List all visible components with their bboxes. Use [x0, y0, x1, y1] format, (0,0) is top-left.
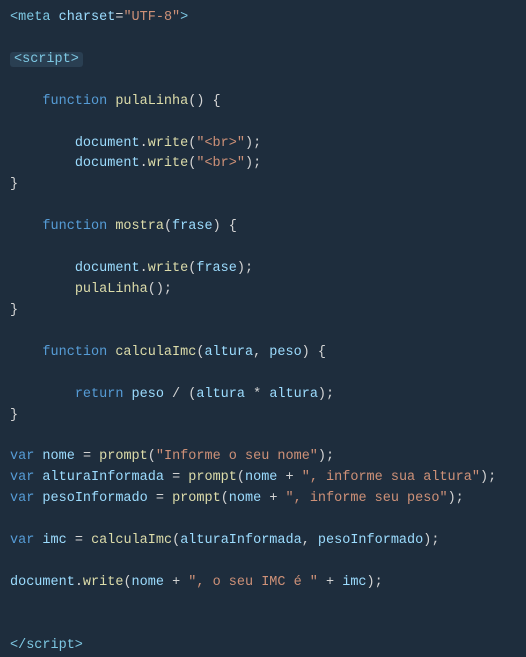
line-var4: var imc = calculaImc(alturaInformada, pe… — [0, 531, 526, 552]
line-blank-3 — [0, 113, 526, 134]
line-blank-6 — [0, 322, 526, 343]
line-docwrite: document.write(nome + ", o seu IMC é " +… — [0, 573, 526, 594]
line-blank-11 — [0, 594, 526, 615]
line-fn2-close: } — [0, 301, 526, 322]
line-fn3-body: return peso / (altura * altura); — [0, 385, 526, 406]
line-blank-7 — [0, 364, 526, 385]
line-fn2-body2: pulaLinha(); — [0, 280, 526, 301]
line-blank-5 — [0, 238, 526, 259]
line-var1: var nome = prompt("Informe o seu nome"); — [0, 447, 526, 468]
line-blank-4 — [0, 196, 526, 217]
line-script-close: </script> — [0, 636, 526, 657]
line-var2: var alturaInformada = prompt(nome + ", i… — [0, 468, 526, 489]
line-blank-9 — [0, 510, 526, 531]
line-fn1-doc1: document.write("<br>"); — [0, 134, 526, 155]
line-var3: var pesoInformado = prompt(nome + ", inf… — [0, 489, 526, 510]
line-fn2-body1: document.write(frase); — [0, 259, 526, 280]
line-fn3-decl: function calculaImc(altura, peso) { — [0, 343, 526, 364]
line-blank-8 — [0, 426, 526, 447]
line-blank-1 — [0, 29, 526, 50]
line-meta: <meta charset="UTF-8"> — [0, 8, 526, 29]
line-script-open: <script> — [0, 50, 526, 71]
line-fn3-close: } — [0, 406, 526, 427]
line-fn1-close: } — [0, 175, 526, 196]
line-fn2-decl: function mostra(frase) { — [0, 217, 526, 238]
code-editor: <meta charset="UTF-8"> <script> function… — [0, 0, 526, 589]
line-fn1-doc2: document.write("<br>"); — [0, 154, 526, 175]
line-blank-10 — [0, 552, 526, 573]
line-fn1-decl: function pulaLinha() { — [0, 92, 526, 113]
line-blank-2 — [0, 71, 526, 92]
line-blank-12 — [0, 615, 526, 636]
